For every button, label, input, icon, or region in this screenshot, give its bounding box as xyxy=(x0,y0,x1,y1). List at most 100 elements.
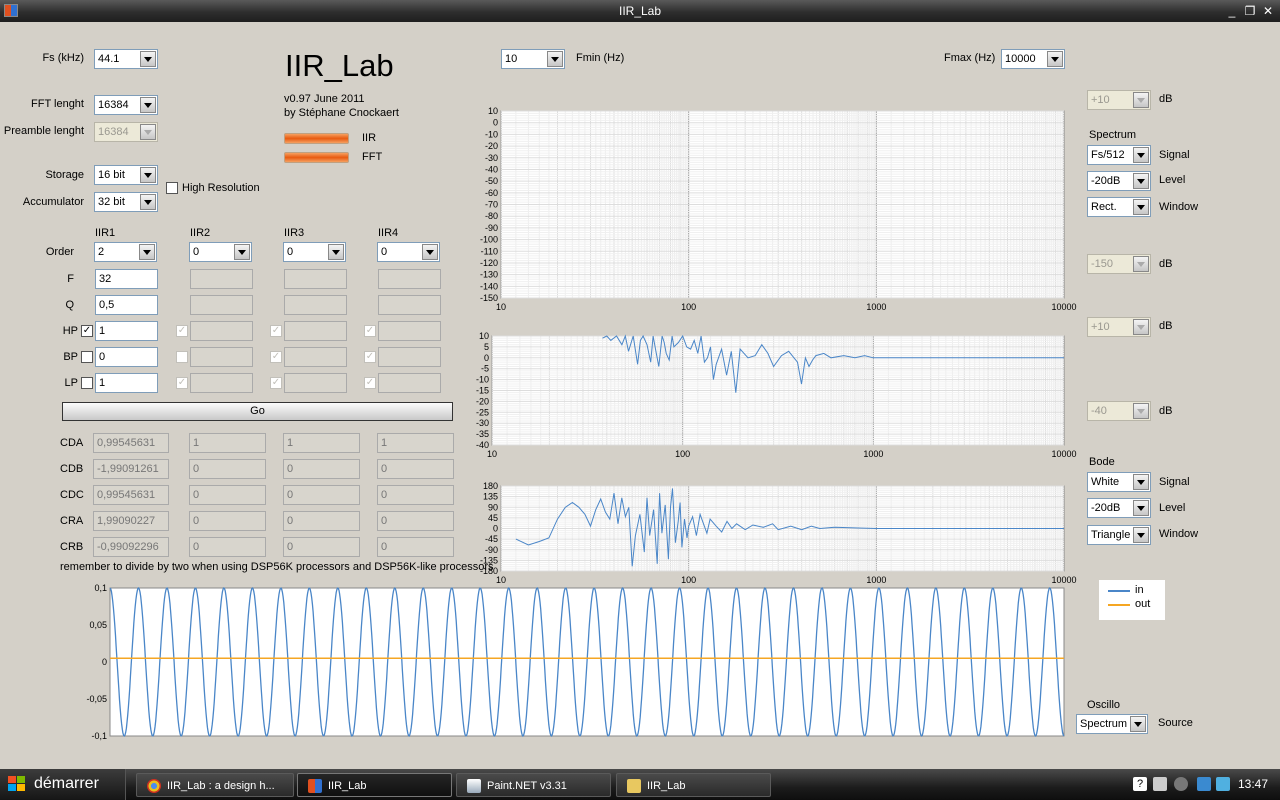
db-label: dB xyxy=(1159,258,1173,270)
bode-level-value: -20dB xyxy=(1091,502,1121,514)
y-tick-label: -60 xyxy=(485,188,498,198)
help-icon[interactable]: ? xyxy=(1133,777,1147,791)
y-tick-label: 0,05 xyxy=(89,620,107,630)
mag-top-db-value: +10 xyxy=(1091,321,1110,333)
spectrum-level-select[interactable]: -20dB xyxy=(1087,171,1151,191)
chevron-down-icon[interactable] xyxy=(1130,716,1146,732)
window-title: IIR_Lab xyxy=(618,4,662,18)
y-tick-label: 0 xyxy=(102,657,107,667)
x-tick-label: 1000 xyxy=(863,449,883,459)
y-tick-label: 0 xyxy=(484,353,489,363)
y-tick-label: 10 xyxy=(488,106,498,116)
chevron-down-icon[interactable] xyxy=(1133,173,1149,189)
y-tick-label: -35 xyxy=(476,429,489,439)
spectrum-signal-value: Fs/512 xyxy=(1091,149,1125,161)
y-tick-label: 10 xyxy=(479,331,489,341)
y-tick-label: 135 xyxy=(483,492,498,502)
bode-signal-select[interactable]: White xyxy=(1087,472,1151,492)
bode-signal-label: Signal xyxy=(1159,476,1190,488)
x-tick-label: 1000 xyxy=(866,302,886,312)
y-tick-label: -20 xyxy=(485,141,498,151)
y-tick-label: -110 xyxy=(481,246,498,256)
network-icon[interactable] xyxy=(1197,777,1211,791)
close-button[interactable]: ✕ xyxy=(1260,4,1276,18)
spectrum-top-db-select: +10 xyxy=(1087,90,1151,110)
back-arrow-icon[interactable] xyxy=(1174,777,1188,791)
y-tick-label: -15 xyxy=(476,386,489,396)
maximize-button[interactable]: ❐ xyxy=(1242,4,1258,18)
chevron-down-icon[interactable] xyxy=(1133,199,1149,215)
y-tick-label: -30 xyxy=(485,153,498,163)
task-chrome[interactable]: IIR_Lab : a design h... xyxy=(136,773,294,797)
bode-level-select[interactable]: -20dB xyxy=(1087,498,1151,518)
y-tick-label: -100 xyxy=(480,235,498,245)
taskbar: démarrer IIR_Lab : a design h... IIR_Lab… xyxy=(0,769,1280,800)
windows-logo-icon xyxy=(8,776,26,792)
bode-level-label: Level xyxy=(1159,502,1186,514)
task-label: Paint.NET v3.31 xyxy=(487,780,567,792)
spectrum-section-title: Spectrum xyxy=(1089,129,1137,141)
y-tick-label: -10 xyxy=(485,129,498,139)
minimize-button[interactable]: _ xyxy=(1224,4,1240,18)
task-label: IIR_Lab xyxy=(328,780,367,792)
y-tick-label: -45 xyxy=(485,534,498,544)
x-tick-label: 10000 xyxy=(1051,449,1076,459)
spectrum-window-label: Window xyxy=(1159,201,1199,213)
y-tick-label: -0,1 xyxy=(91,731,107,741)
app-client: Fs (kHz) 44.1 FFT lenght 16384 Preamble … xyxy=(0,22,1280,769)
folder-icon xyxy=(627,779,641,793)
bode-window-label: Window xyxy=(1159,528,1199,540)
chevron-down-icon xyxy=(1133,319,1149,335)
y-tick-label: 45 xyxy=(488,513,498,523)
db-label: dB xyxy=(1159,405,1173,417)
mag-bottom-db-value: -40 xyxy=(1091,405,1107,417)
chrome-icon xyxy=(147,779,161,793)
y-tick-label: -20 xyxy=(476,396,489,406)
spectrum-signal-select[interactable]: Fs/512 xyxy=(1087,145,1151,165)
y-tick-label: -10 xyxy=(476,375,489,385)
task-iir-lab[interactable]: IIR_Lab xyxy=(297,773,452,797)
start-button[interactable]: démarrer xyxy=(0,769,126,800)
y-tick-label: -50 xyxy=(485,176,498,186)
y-tick-label: 0 xyxy=(493,524,498,534)
task-label: IIR_Lab xyxy=(647,780,686,792)
x-tick-label: 10 xyxy=(496,575,506,585)
mag-top-db-select: +10 xyxy=(1087,317,1151,337)
legend-out-label: out xyxy=(1135,598,1151,610)
chevron-down-icon[interactable] xyxy=(1133,147,1149,163)
oscillo-source-value: Spectrum xyxy=(1080,718,1128,730)
y-tick-label: -0,05 xyxy=(86,694,107,704)
x-tick-label: 1000 xyxy=(866,575,886,585)
chevron-down-icon xyxy=(1133,92,1149,108)
y-tick-label: 5 xyxy=(484,342,489,352)
bode-window-select[interactable]: Triangle xyxy=(1087,525,1151,545)
task-folder[interactable]: IIR_Lab xyxy=(616,773,771,797)
x-tick-label: 100 xyxy=(681,575,696,585)
task-paintnet[interactable]: Paint.NET v3.31 xyxy=(456,773,611,797)
y-tick-label: 0 xyxy=(493,118,498,128)
y-tick-label: -80 xyxy=(485,211,498,221)
y-tick-label: -90 xyxy=(485,223,498,233)
y-tick-label: -5 xyxy=(481,364,489,374)
chevron-down-icon[interactable] xyxy=(1133,527,1149,543)
y-tick-label: -135 xyxy=(480,555,498,565)
chevron-down-icon xyxy=(1133,256,1149,272)
spectrum-level-label: Level xyxy=(1159,174,1186,186)
spectrum-window-select[interactable]: Rect. xyxy=(1087,197,1151,217)
x-tick-label: 10000 xyxy=(1051,302,1076,312)
y-tick-label: 0,1 xyxy=(94,583,107,593)
bode-signal-value: White xyxy=(1091,476,1120,488)
oscillo-source-label: Source xyxy=(1158,717,1193,729)
legend-in-swatch xyxy=(1108,590,1130,592)
oscillo-source-select[interactable]: Spectrum xyxy=(1076,714,1148,734)
tray-icon[interactable] xyxy=(1153,777,1167,791)
dropbox-icon[interactable] xyxy=(1216,777,1230,791)
y-tick-label: -120 xyxy=(480,258,498,268)
y-tick-label: -140 xyxy=(480,281,498,291)
y-tick-label: -30 xyxy=(476,418,489,428)
spectrum-bottom-db-select: -150 xyxy=(1087,254,1151,274)
chevron-down-icon[interactable] xyxy=(1133,500,1149,516)
chevron-down-icon xyxy=(1133,403,1149,419)
chevron-down-icon[interactable] xyxy=(1133,474,1149,490)
paintnet-icon xyxy=(467,779,481,793)
